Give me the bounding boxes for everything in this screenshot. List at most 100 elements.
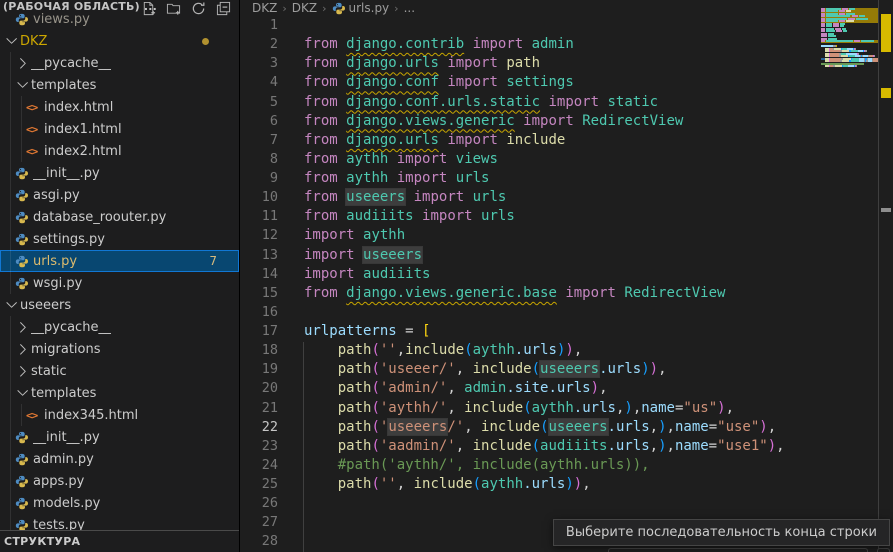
code-area[interactable]: 12from django.contrib import admin3from … [241, 16, 893, 552]
tree-item-urls-py[interactable]: urls.py7 [0, 250, 239, 272]
tree-item-index2-html[interactable]: <>index2.html [0, 140, 239, 162]
minimap[interactable] [821, 5, 878, 305]
outline-title: СТРУКТУРА [0, 535, 80, 548]
tree-item-wsgi-py[interactable]: wsgi.py [0, 272, 239, 294]
code-line-14[interactable]: 14import audiiits [241, 265, 893, 284]
line-content: #path('aythh/', include(aythh.urls)), [278, 456, 650, 475]
code-line-23[interactable]: 23 path('aadmin/', include(audiiits.urls… [241, 437, 893, 456]
workspace-title: (РАБОЧАЯ ОБЛАСТЬ) ... [0, 0, 157, 13]
tree-item-index345-html[interactable]: <> index345.html [0, 404, 239, 426]
code-line-21[interactable]: 21 path('aythh/', include(aythh.urls,),n… [241, 399, 893, 418]
code-line-22[interactable]: 22 path('useeers/', include(useeers.urls… [241, 418, 893, 437]
python-icon [15, 475, 28, 488]
tree-item-label: models.py [33, 496, 100, 511]
breadcrumb-item--[interactable]: ... [404, 1, 415, 15]
code-line-9[interactable]: 9from aythh import urls [241, 169, 893, 188]
tree-item-index-html[interactable]: <>index.html [0, 96, 239, 118]
code-line-4[interactable]: 4from django.conf import settings [241, 73, 893, 92]
tree-item-label: index345.html [44, 408, 138, 423]
tree-item-static[interactable]: static [0, 360, 239, 382]
overview-ruler[interactable] [878, 0, 893, 552]
editor-pane: DKZ›DKZ› urls.py›... 12from django.contr… [241, 0, 893, 552]
tree-item-label: urls.py [33, 254, 77, 269]
chevron-right-icon [15, 55, 31, 71]
code-line-20[interactable]: 20 path('admin/', admin.site.urls), [241, 379, 893, 398]
tree-item-index1-html[interactable]: <>index1.html [0, 118, 239, 140]
code-line-15[interactable]: 15from django.views.generic.base import … [241, 284, 893, 303]
chevron-down-icon [15, 385, 31, 401]
line-number: 7 [241, 131, 278, 150]
line-number: 17 [241, 322, 278, 341]
tree-item-asgi-py[interactable]: asgi.py [0, 184, 239, 206]
tree-item-admin-py[interactable]: admin.py [0, 448, 239, 470]
breadcrumb-item-DKZ[interactable]: DKZ [252, 1, 277, 15]
tree-item--init-py[interactable]: __init__.py [0, 162, 239, 184]
code-line-5[interactable]: 5from django.conf.urls.static import sta… [241, 93, 893, 112]
new-folder-button[interactable] [165, 0, 181, 16]
tree-item-database-roouter-py[interactable]: database_roouter.py [0, 206, 239, 228]
line-number: 10 [241, 188, 278, 207]
code-line-10[interactable]: 10from useeers import urls [241, 188, 893, 207]
chevron-down-icon [4, 33, 20, 49]
line-content: path('aythh/', include(aythh.urls,),name… [278, 399, 734, 418]
tree-item-label: index1.html [44, 122, 122, 137]
collapse-all-button[interactable] [215, 0, 231, 16]
chevron-right-icon [15, 319, 31, 335]
line-number: 25 [241, 475, 278, 494]
tree-item--init-py[interactable]: __init__.py [0, 426, 239, 448]
breadcrumb: DKZ›DKZ› urls.py›... [241, 0, 893, 16]
tree-item--pycache-[interactable]: __pycache__ [0, 52, 239, 74]
explorer-section-header[interactable]: (РАБОЧАЯ ОБЛАСТЬ) ... [0, 0, 239, 13]
code-line-18[interactable]: 18 path('',include(aythh.urls)), [241, 341, 893, 360]
tree-item-templates[interactable]: templates [0, 382, 239, 404]
tree-item-DKZ[interactable]: DKZ [0, 30, 239, 52]
code-line-2[interactable]: 2from django.contrib import admin [241, 35, 893, 54]
tree-item-templates[interactable]: templates [0, 74, 239, 96]
line-number: 24 [241, 456, 278, 475]
tree-item-models-py[interactable]: models.py [0, 492, 239, 514]
code-line-8[interactable]: 8from aythh import views [241, 150, 893, 169]
ruler-warning-marker [881, 14, 891, 52]
line-number: 21 [241, 399, 278, 418]
line-number: 13 [241, 246, 278, 265]
code-line-13[interactable]: 13import useeers [241, 246, 893, 265]
eol-tooltip: Выберите последовательность конца строки [553, 519, 890, 546]
line-content: from django.urls import include [278, 131, 565, 150]
tree-item-label: settings.py [33, 232, 105, 247]
line-number: 16 [241, 303, 278, 322]
code-line-24[interactable]: 24 #path('aythh/', include(aythh.urls)), [241, 456, 893, 475]
code-line-12[interactable]: 12import aythh [241, 226, 893, 245]
tree-item-migrations[interactable]: migrations [0, 338, 239, 360]
line-number: 22 [241, 418, 278, 437]
outline-section-header[interactable]: СТРУКТУРА [0, 530, 239, 552]
code-line-16[interactable]: 16 [241, 303, 893, 322]
code-line-11[interactable]: 11from audiiits import urls [241, 207, 893, 226]
code-line-17[interactable]: 17urlpatterns = [ [241, 322, 893, 341]
line-number: 1 [241, 16, 278, 35]
refresh-button[interactable] [190, 0, 206, 16]
code-line-6[interactable]: 6from django.views.generic import Redire… [241, 112, 893, 131]
html-icon: <> [26, 409, 37, 422]
code-line-3[interactable]: 3from django.urls import path [241, 54, 893, 73]
tree-item-settings-py[interactable]: settings.py [0, 228, 239, 250]
breadcrumb-item-urls-py[interactable]: urls.py [332, 1, 390, 15]
code-line-26[interactable]: 26 [241, 494, 893, 513]
statusbar-item-edge [608, 548, 868, 552]
line-number: 23 [241, 437, 278, 456]
code-line-1[interactable]: 1 [241, 16, 893, 35]
python-icon [15, 13, 28, 26]
tree-item--pycache-[interactable]: __pycache__ [0, 316, 239, 338]
line-content: from django.contrib import admin [278, 35, 574, 54]
breadcrumb-item-DKZ[interactable]: DKZ [292, 1, 317, 15]
tree-item-apps-py[interactable]: apps.py [0, 470, 239, 492]
tree-item-useeers[interactable]: useeers [0, 294, 239, 316]
line-content [278, 513, 304, 532]
code-line-19[interactable]: 19 path('useeer/', include(useeers.urls)… [241, 360, 893, 379]
code-line-7[interactable]: 7from django.urls import include [241, 131, 893, 150]
code-line-25[interactable]: 25 path('', include(aythh.urls)), [241, 475, 893, 494]
line-content [278, 16, 304, 35]
tree-item-label: index2.html [44, 144, 122, 159]
minimap-line [821, 73, 878, 76]
new-file-button[interactable] [140, 0, 156, 16]
line-content: from useeers import urls [278, 188, 506, 207]
